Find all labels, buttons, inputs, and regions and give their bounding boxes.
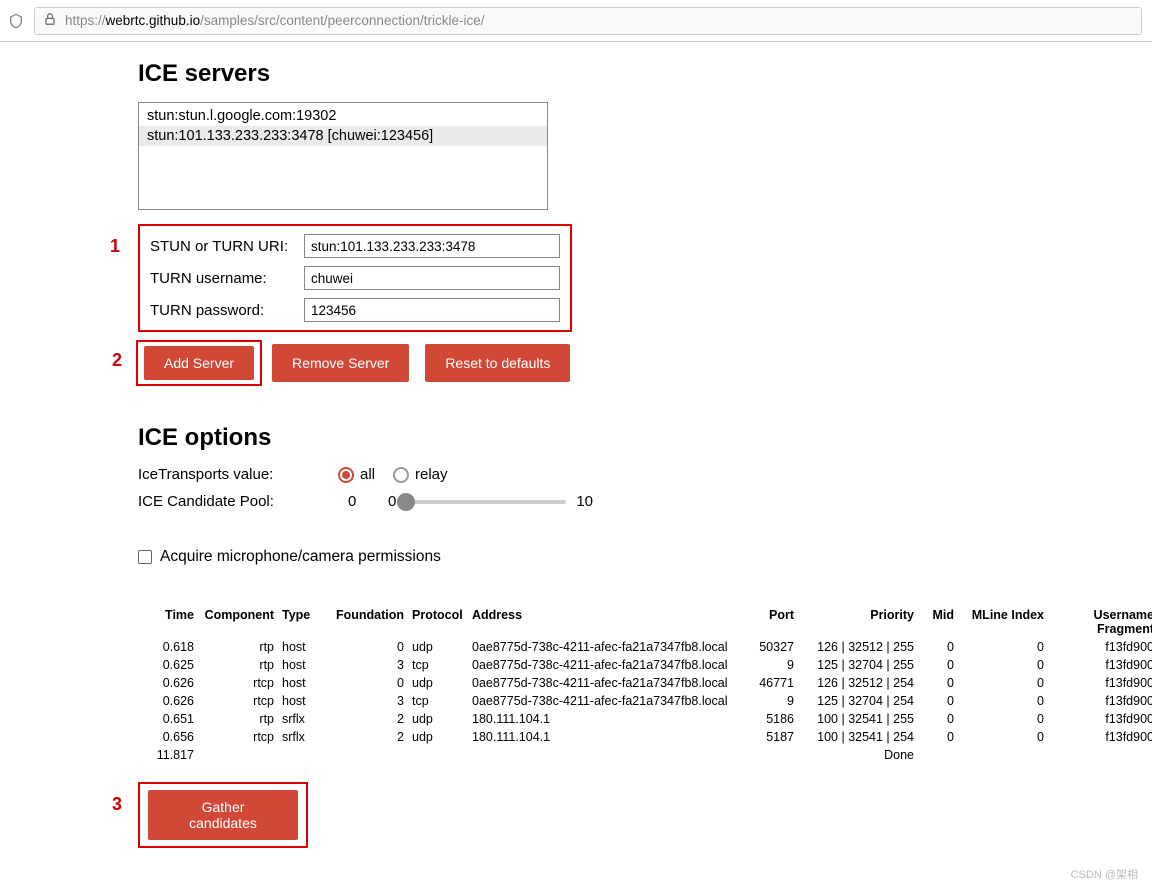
- ice-servers-heading: ICE servers: [138, 60, 1152, 88]
- pool-max: 10: [576, 493, 593, 510]
- table-row: 0.618rtphost0udp0ae8775d-738c-4211-afec-…: [138, 638, 1152, 656]
- th-foundation: Foundation: [328, 606, 408, 638]
- acquire-label: Acquire microphone/camera permissions: [160, 548, 441, 566]
- th-port: Port: [738, 606, 798, 638]
- table-row: 0.626rtcphost3tcp0ae8775d-738c-4211-afec…: [138, 692, 1152, 710]
- table-row: 0.651rtpsrflx2udp180.111.104.15186100 | …: [138, 710, 1152, 728]
- ice-server-list[interactable]: stun:stun.l.google.com:19302stun:101.133…: [138, 102, 548, 210]
- gather-candidates-button[interactable]: Gather candidates: [148, 790, 298, 840]
- annotation-2: 2: [112, 350, 122, 371]
- pool-label: ICE Candidate Pool:: [138, 493, 338, 510]
- add-server-button[interactable]: Add Server: [144, 346, 254, 380]
- table-row: 0.625rtphost3tcp0ae8775d-738c-4211-afec-…: [138, 656, 1152, 674]
- acquire-checkbox[interactable]: [138, 550, 152, 564]
- th-mid: Mid: [918, 606, 958, 638]
- annotation-3: 3: [112, 794, 122, 815]
- server-list-item[interactable]: stun:101.133.233.233:3478 [chuwei:123456…: [139, 126, 547, 146]
- th-time: Time: [138, 606, 198, 638]
- radio-all[interactable]: all: [338, 466, 375, 483]
- pool-slider[interactable]: [406, 500, 566, 504]
- remove-server-button[interactable]: Remove Server: [272, 344, 409, 382]
- username-label: TURN username:: [150, 270, 298, 287]
- th-mline: MLine Index: [958, 606, 1048, 638]
- password-label: TURN password:: [150, 302, 298, 319]
- annotation-1: 1: [110, 236, 120, 257]
- th-priority: Priority: [798, 606, 918, 638]
- th-address: Address: [468, 606, 738, 638]
- th-type: Type: [278, 606, 328, 638]
- radio-relay-icon: [393, 467, 409, 483]
- th-protocol: Protocol: [408, 606, 468, 638]
- radio-all-icon: [338, 467, 354, 483]
- reset-defaults-button[interactable]: Reset to defaults: [425, 344, 570, 382]
- server-form-block: STUN or TURN URI: TURN username: TURN pa…: [138, 224, 572, 332]
- transports-label: IceTransports value:: [138, 466, 338, 483]
- username-input[interactable]: [304, 266, 560, 290]
- browser-url-bar: https://webrtc.github.io/samples/src/con…: [0, 0, 1152, 42]
- pool-min: 0: [388, 493, 396, 510]
- watermark: CSDN @架相: [1071, 866, 1138, 882]
- url-text: https://webrtc.github.io/samples/src/con…: [65, 13, 484, 28]
- pool-value: 0: [348, 493, 378, 510]
- radio-relay[interactable]: relay: [393, 466, 448, 483]
- lock-icon: [43, 12, 57, 29]
- server-list-item[interactable]: stun:stun.l.google.com:19302: [139, 106, 547, 126]
- shield-icon: [6, 11, 26, 31]
- uri-input[interactable]: [304, 234, 560, 258]
- table-done-row: 11.817 Done: [138, 746, 1152, 764]
- th-ufrag: Username Fragment: [1048, 606, 1152, 638]
- table-row: 0.626rtcphost0udp0ae8775d-738c-4211-afec…: [138, 674, 1152, 692]
- password-input[interactable]: [304, 298, 560, 322]
- table-row: 0.656rtcpsrflx2udp180.111.104.15187100 |…: [138, 728, 1152, 746]
- th-component: Component: [198, 606, 278, 638]
- ice-options-heading: ICE options: [138, 424, 1152, 452]
- candidate-table: Time Component Type Foundation Protocol …: [138, 606, 1152, 764]
- url-input[interactable]: https://webrtc.github.io/samples/src/con…: [34, 7, 1142, 35]
- slider-thumb-icon[interactable]: [397, 493, 415, 511]
- uri-label: STUN or TURN URI:: [150, 238, 298, 255]
